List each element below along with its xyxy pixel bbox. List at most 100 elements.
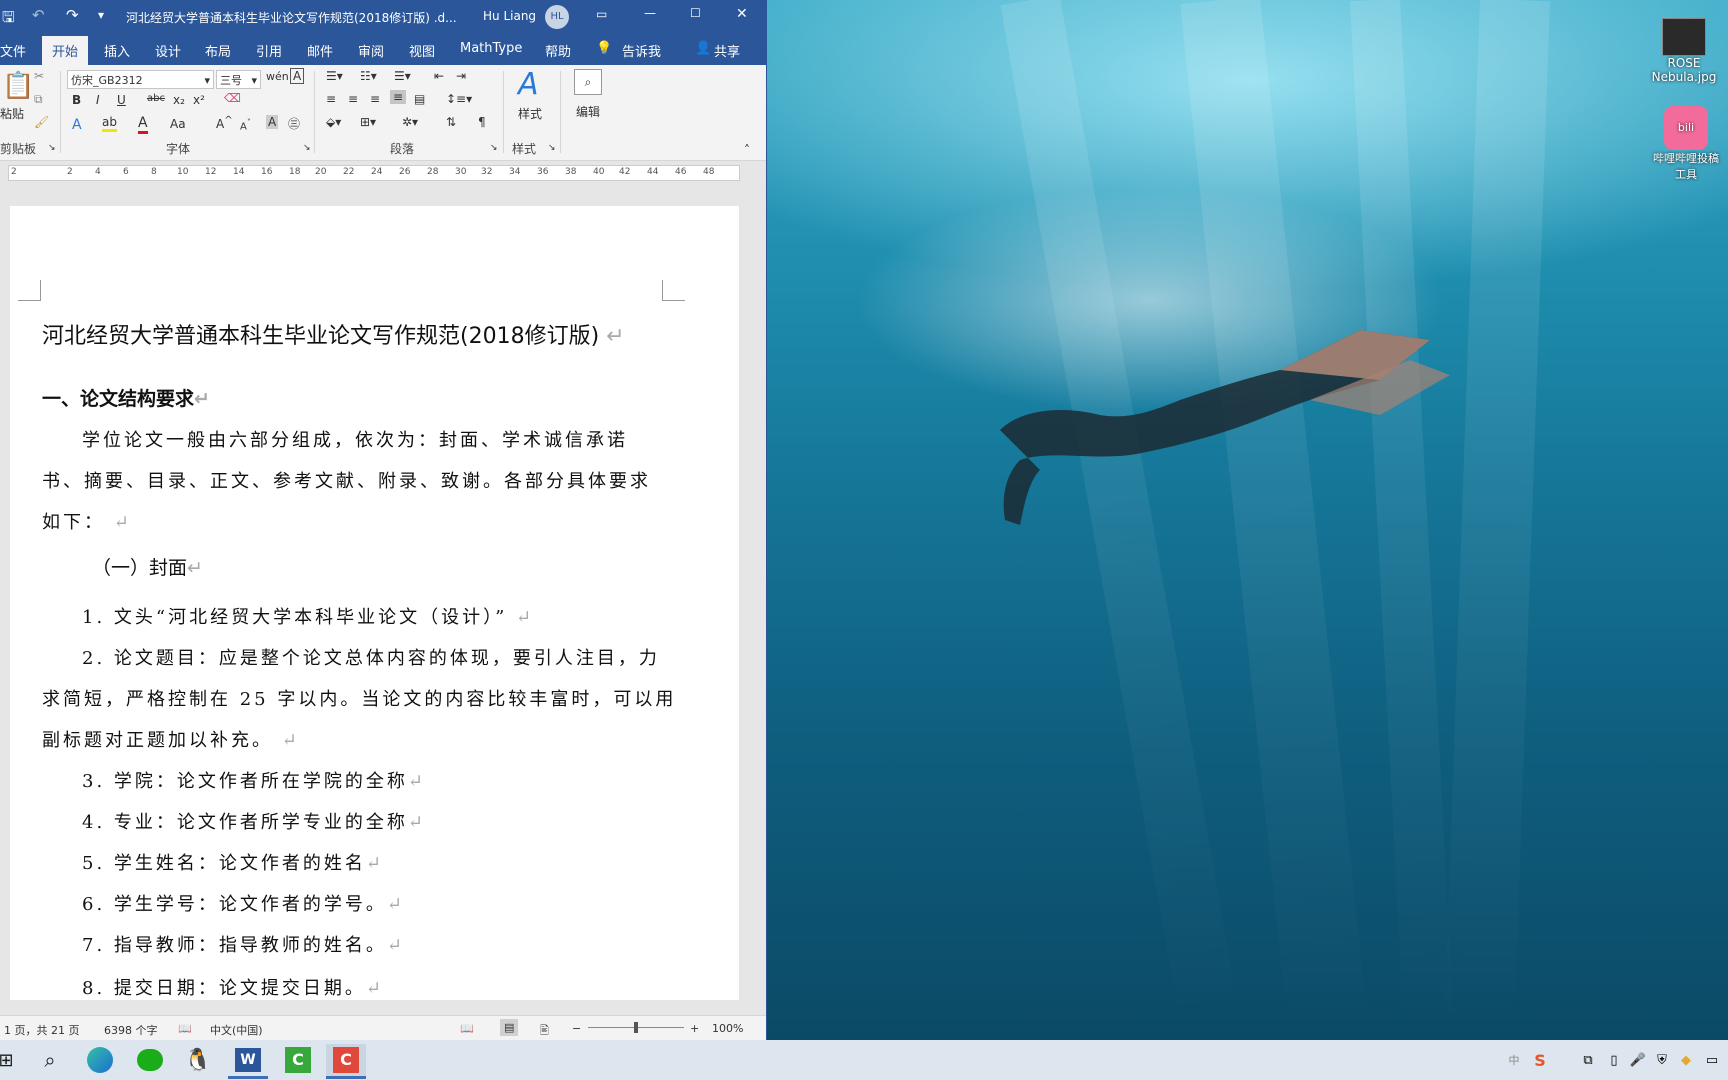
sort-icon[interactable]: ⇅ <box>446 115 456 129</box>
increase-indent-icon[interactable]: ⇥ <box>456 69 466 83</box>
tab-review[interactable]: 审阅 <box>358 41 384 60</box>
shading-icon[interactable]: ⬙▾ <box>326 115 341 129</box>
zoom-out-icon[interactable]: − <box>572 1022 581 1035</box>
save-icon[interactable]: 🖫 <box>2 7 15 32</box>
cut-icon[interactable]: ✂ <box>34 69 44 83</box>
print-layout-icon[interactable]: ▤ <box>500 1019 519 1036</box>
styles-button[interactable]: 样式 <box>518 105 542 122</box>
edge-icon[interactable] <box>80 1044 120 1076</box>
bold-button[interactable]: B <box>72 93 81 107</box>
redo-icon[interactable]: ↷ <box>66 6 79 24</box>
font-name-select[interactable]: 仿宋_GB2312 ▾ <box>67 70 214 89</box>
tray-security-icon[interactable]: ⛨ <box>1652 1044 1672 1076</box>
change-case-button[interactable]: Aa <box>170 117 186 131</box>
copy-icon[interactable]: ⧉ <box>34 92 43 107</box>
paste-button[interactable]: 粘贴 <box>0 105 24 122</box>
document-page[interactable]: 河北经贸大学普通本科生毕业论文写作规范(2018修订版) ↵ 一、论文结构要求↵… <box>10 206 739 1000</box>
zoom-slider-thumb[interactable] <box>634 1022 638 1033</box>
numbering-icon[interactable]: ☷▾ <box>360 69 377 83</box>
superscript-button[interactable]: x² <box>193 93 205 107</box>
dialog-launcher-icon[interactable]: ↘ <box>490 143 498 153</box>
undo-icon[interactable]: ↶ <box>32 6 45 24</box>
styles-icon[interactable]: A <box>518 67 539 102</box>
tell-me-search[interactable]: 告诉我 <box>622 41 661 60</box>
italic-button[interactable]: I <box>96 93 100 107</box>
tab-layout[interactable]: 布局 <box>205 41 231 60</box>
dialog-launcher-icon[interactable]: ↘ <box>48 143 56 153</box>
wechat-icon[interactable] <box>130 1044 170 1076</box>
subscript-button[interactable]: x₂ <box>173 93 185 107</box>
enclose-char-icon[interactable]: ㊂ <box>288 115 300 132</box>
char-border-icon[interactable]: A <box>290 68 305 84</box>
char-shading-icon[interactable]: A <box>266 115 279 129</box>
camtasia-icon[interactable]: C <box>278 1044 318 1076</box>
tab-file[interactable]: 文件 <box>0 41 26 60</box>
horizontal-ruler[interactable]: 2 2 4 6 8 10 12 14 16 18 20 22 24 26 28 … <box>0 161 766 183</box>
strikethrough-button[interactable]: abc <box>147 93 165 104</box>
highlight-icon[interactable]: ab <box>102 115 117 132</box>
search-icon[interactable]: ⌕ <box>30 1044 70 1076</box>
close-icon[interactable]: ✕ <box>736 6 748 22</box>
tray-battery-icon[interactable]: ▭ <box>1700 1044 1724 1076</box>
borders-icon[interactable]: ⊞▾ <box>360 115 376 129</box>
clear-format-icon[interactable]: ⌫ <box>224 91 241 105</box>
tab-references[interactable]: 引用 <box>256 41 282 60</box>
customize-toolbar-icon[interactable]: ▾ <box>98 8 104 22</box>
zoom-level[interactable]: 100% <box>712 1022 743 1035</box>
user-name[interactable]: Hu Liang <box>483 9 536 23</box>
ribbon-display-icon[interactable]: ▭ <box>596 7 607 21</box>
tab-view[interactable]: 视图 <box>409 41 435 60</box>
distributed-icon[interactable]: ▤ <box>414 92 425 106</box>
grow-font-icon[interactable]: A^ <box>216 115 233 131</box>
ime-mode-indicator[interactable]: 中 <box>1504 1044 1524 1076</box>
bullets-icon[interactable]: ☰▾ <box>326 69 343 83</box>
avatar[interactable]: HL <box>545 5 569 29</box>
language-indicator[interactable]: 中文(中国) <box>210 1022 263 1038</box>
multilevel-list-icon[interactable]: ☰▾ <box>394 69 411 83</box>
qq-icon[interactable]: 🐧 <box>178 1044 218 1076</box>
paste-icon[interactable]: 📋 <box>2 71 34 101</box>
maximize-icon[interactable]: ☐ <box>690 6 701 20</box>
tray-mic-icon[interactable]: 🎤 <box>1628 1044 1648 1076</box>
edit-button[interactable]: 编辑 <box>576 103 600 120</box>
text-effects-icon[interactable]: A <box>72 117 82 133</box>
dialog-launcher-icon[interactable]: ↘ <box>548 143 556 153</box>
show-marks-icon[interactable]: ¶ <box>478 115 486 129</box>
read-mode-icon[interactable]: 📖 <box>460 1022 474 1035</box>
collapse-ribbon-icon[interactable]: ˄ <box>744 143 750 157</box>
minimize-icon[interactable]: — <box>644 6 656 20</box>
shrink-font-icon[interactable]: A˅ <box>240 117 251 132</box>
word-count[interactable]: 6398 个字 <box>104 1022 158 1038</box>
share-button[interactable]: 共享 <box>714 41 740 60</box>
tray-copy-icon[interactable]: ⧉ <box>1578 1044 1598 1076</box>
font-size-select[interactable]: 三号 ▾ <box>216 70 261 89</box>
tab-help[interactable]: 帮助 <box>545 41 571 60</box>
tab-mathtype[interactable]: MathType <box>460 41 522 56</box>
underline-button[interactable]: U <box>117 93 126 107</box>
zoom-in-icon[interactable]: + <box>690 1022 699 1035</box>
font-color-icon[interactable]: A <box>138 115 148 134</box>
tab-insert[interactable]: 插入 <box>104 41 130 60</box>
decrease-indent-icon[interactable]: ⇤ <box>434 69 444 83</box>
tab-design[interactable]: 设计 <box>155 41 181 60</box>
phonetic-guide-icon[interactable]: wén <box>266 70 289 83</box>
tab-home[interactable]: 开始 <box>42 36 89 65</box>
word-taskbar-icon[interactable]: W <box>228 1044 268 1079</box>
web-layout-icon[interactable]: 🖹 <box>540 1022 549 1041</box>
align-left-icon[interactable]: ≡ <box>326 92 336 106</box>
sogou-ime-icon[interactable]: S <box>1530 1044 1550 1076</box>
start-icon[interactable]: ⊞ <box>0 1044 26 1076</box>
search-icon[interactable]: ⌕ <box>574 69 602 95</box>
line-spacing-icon[interactable]: ↕≡▾ <box>446 92 472 106</box>
tray-usb-icon[interactable]: ▯ <box>1604 1044 1624 1076</box>
chinese-layout-icon[interactable]: ✲▾ <box>402 115 418 129</box>
align-right-icon[interactable]: ≡ <box>370 92 380 106</box>
tray-app-icon[interactable]: ◆ <box>1676 1044 1696 1076</box>
desktop-icon-bilibili[interactable]: bili 哔哩哔哩投稿 工具 <box>1644 106 1728 182</box>
camtasia-recorder-icon[interactable]: C <box>326 1044 366 1079</box>
dialog-launcher-icon[interactable]: ↘ <box>303 143 311 153</box>
format-painter-icon[interactable]: 🖌 <box>34 115 49 129</box>
justify-icon[interactable]: ≡ <box>390 90 407 104</box>
tab-mailings[interactable]: 邮件 <box>307 41 333 60</box>
proofing-icon[interactable]: 📖 <box>178 1022 192 1035</box>
